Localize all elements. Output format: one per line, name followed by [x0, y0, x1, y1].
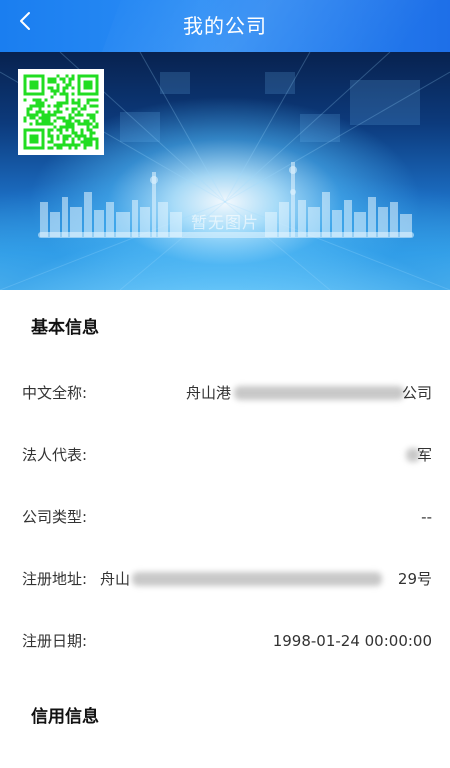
company-banner-image: 暂无图片 [0, 52, 450, 290]
info-row-registration-date: 注册日期: 1998-01-24 00:00:00 [22, 626, 432, 656]
page-title: 我的公司 [183, 14, 267, 38]
registration-date-value: 1998-01-24 00:00:00 [272, 632, 432, 650]
registered-address-value-start: 舟山 [100, 570, 131, 588]
full-name-value-start: 舟山港 [186, 384, 232, 402]
registration-date-label: 注册日期: [22, 632, 88, 650]
full-name-label: 中文全称: [22, 384, 88, 402]
legal-representative-value: 军 [416, 446, 432, 464]
info-row-legal-representative: 法人代表: 军 [22, 440, 432, 470]
company-qr-code[interactable] [18, 69, 104, 155]
company-type-label: 公司类型: [22, 508, 88, 526]
company-type-value: -- [421, 508, 432, 526]
basic-info-section-title: 基本信息 [31, 318, 99, 338]
no-image-placeholder-text: 暂无图片 [190, 213, 259, 232]
redacted-mask [234, 386, 404, 400]
info-row-registered-address: 注册地址: 舟山 29号 [22, 564, 432, 594]
redacted-mask [132, 572, 382, 586]
info-row-full-name: 中文全称: 舟山港 公司 [22, 378, 432, 408]
credit-info-section-title: 信用信息 [31, 707, 99, 727]
registered-address-label: 注册地址: [22, 570, 88, 588]
top-navigation-bar: 我的公司 [0, 0, 450, 52]
qr-code-icon [23, 74, 99, 150]
full-name-value-end: 公司 [401, 384, 432, 402]
legal-representative-label: 法人代表: [22, 446, 88, 464]
info-row-company-type: 公司类型: -- [22, 502, 432, 532]
registered-address-value-end: 29号 [397, 570, 432, 588]
